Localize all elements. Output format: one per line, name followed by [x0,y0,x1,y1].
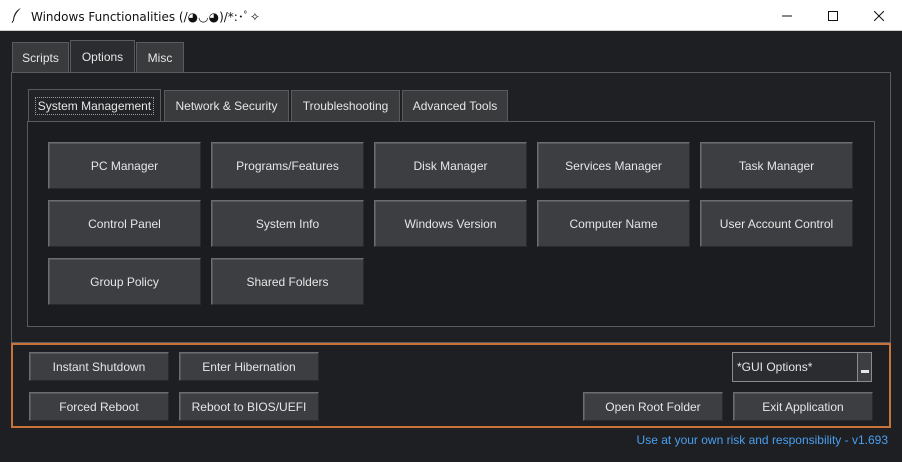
pc-manager-button[interactable]: PC Manager [48,142,201,189]
feather-icon [11,8,21,23]
forced-reboot-button[interactable]: Forced Reboot [29,392,169,421]
maximize-button[interactable] [810,0,856,31]
subtab-network-security[interactable]: Network & Security [164,90,289,121]
version-footer: Use at your own risk and responsibility … [636,433,888,447]
group-policy-button[interactable]: Group Policy [48,258,201,305]
user-account-control-button[interactable]: User Account Control [700,200,853,247]
tab-label: Misc [147,50,173,65]
tab-label: Options [81,50,124,64]
tab-scripts[interactable]: Scripts [12,42,69,72]
gui-options-value: *GUI Options* [737,360,813,374]
dropdown-arrow-icon[interactable] [857,353,871,381]
tab-misc[interactable]: Misc [136,42,184,72]
maximize-icon [828,10,838,21]
tab-label: Scripts [22,50,59,65]
tab-label: Network & Security [175,99,278,113]
window-title: Windows Functionalities (/◕◡◕)/*:･ﾟ✧ [31,10,260,24]
subtab-troubleshooting[interactable]: Troubleshooting [291,90,400,121]
control-panel-button[interactable]: Control Panel [48,200,201,247]
programs-features-button[interactable]: Programs/Features [211,142,364,189]
close-button[interactable] [856,0,902,31]
tab-options[interactable]: Options [70,40,135,73]
services-manager-button[interactable]: Services Manager [537,142,690,189]
enter-hibernation-button[interactable]: Enter Hibernation [179,352,319,381]
open-root-folder-button[interactable]: Open Root Folder [583,392,723,421]
minimize-icon [782,15,792,16]
windows-version-button[interactable]: Windows Version [374,200,527,247]
system-info-button[interactable]: System Info [211,200,364,247]
instant-shutdown-button[interactable]: Instant Shutdown [29,352,169,381]
shared-folders-button[interactable]: Shared Folders [211,258,364,305]
tab-label: System Management [34,97,155,115]
minimize-button[interactable] [764,0,810,31]
reboot-bios-button[interactable]: Reboot to BIOS/UEFI [179,392,319,421]
title-bar: Windows Functionalities (/◕◡◕)/*:･ﾟ✧ [0,0,902,31]
exit-application-button[interactable]: Exit Application [733,392,873,421]
disk-manager-button[interactable]: Disk Manager [374,142,527,189]
tab-label: Troubleshooting [302,99,389,113]
tab-label: Advanced Tools [412,99,498,113]
subtab-advanced-tools[interactable]: Advanced Tools [402,90,508,121]
computer-name-button[interactable]: Computer Name [537,200,690,247]
subtab-system-management[interactable]: System Management [28,89,161,122]
task-manager-button[interactable]: Task Manager [700,142,853,189]
close-icon [874,10,884,21]
gui-options-dropdown[interactable]: *GUI Options* [732,352,872,382]
